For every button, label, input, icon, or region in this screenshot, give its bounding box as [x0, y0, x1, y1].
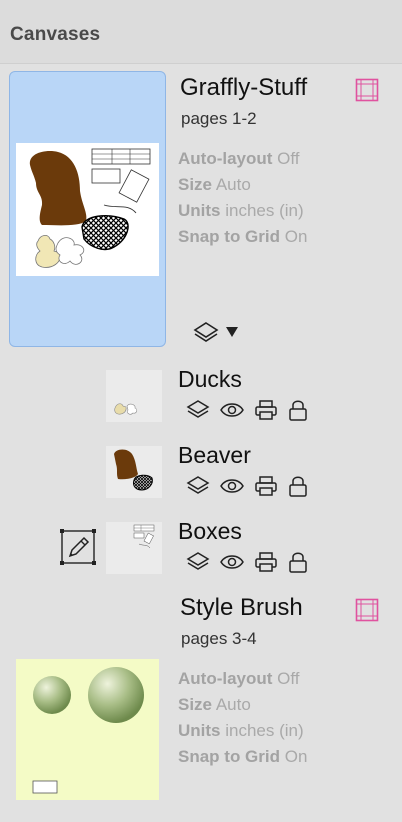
panel-title: Canvases [10, 24, 101, 45]
prop-auto-layout: Auto-layout Off [178, 669, 300, 688]
edit-layer-pencil-icon[interactable] [59, 528, 97, 571]
layers-icon [193, 322, 219, 342]
prop-units: Units inches (in) [178, 201, 304, 220]
prop-size: Size Auto [178, 175, 251, 194]
layer-thumbnail-beaver[interactable] [106, 446, 162, 498]
layers-icon[interactable] [186, 551, 210, 573]
prop-snap-to-grid: Snap to Grid On [178, 747, 308, 766]
layer-thumbnail-boxes[interactable] [106, 522, 162, 574]
panel-header: Canvases [0, 0, 402, 64]
lock-icon[interactable] [287, 550, 309, 574]
layer-controls-boxes [186, 550, 309, 574]
layer-controls-ducks [186, 398, 309, 422]
canvas-name-style-brush[interactable]: Style Brush [180, 594, 303, 622]
printer-icon[interactable] [254, 551, 278, 573]
lock-icon[interactable] [287, 474, 309, 498]
canvas-pages-style-brush: pages 3-4 [181, 629, 257, 648]
eye-icon[interactable] [219, 551, 245, 573]
eye-icon[interactable] [219, 475, 245, 497]
disclosure-triangle-icon [226, 327, 238, 337]
canvas-properties-style-brush: Auto-layout Off Size Auto Units inches (… [178, 666, 307, 770]
canvas-thumbnail-style-brush[interactable] [16, 659, 159, 800]
prop-size: Size Auto [178, 695, 251, 714]
prop-auto-layout: Auto-layout Off [178, 149, 300, 168]
page-setup-icon[interactable] [355, 598, 379, 627]
layer-controls-beaver [186, 474, 309, 498]
layers-icon[interactable] [186, 399, 210, 421]
canvas-thumbnail-graffly-stuff[interactable] [16, 143, 159, 276]
layer-name-beaver[interactable]: Beaver [178, 442, 251, 469]
layer-name-boxes[interactable]: Boxes [178, 518, 242, 545]
page-setup-icon[interactable] [355, 78, 379, 107]
canvas-pages-graffly-stuff: pages 1-2 [181, 109, 257, 128]
canvas-name-graffly-stuff[interactable]: Graffly-Stuff [180, 74, 307, 102]
canvas-properties-graffly-stuff: Auto-layout Off Size Auto Units inches (… [178, 146, 307, 250]
layer-name-ducks[interactable]: Ducks [178, 366, 242, 393]
eye-icon[interactable] [219, 399, 245, 421]
printer-icon[interactable] [254, 399, 278, 421]
prop-units: Units inches (in) [178, 721, 304, 740]
prop-snap-to-grid: Snap to Grid On [178, 227, 308, 246]
layer-thumbnail-ducks[interactable] [106, 370, 162, 422]
layers-icon[interactable] [186, 475, 210, 497]
printer-icon[interactable] [254, 475, 278, 497]
lock-icon[interactable] [287, 398, 309, 422]
layers-disclosure[interactable] [193, 320, 239, 344]
